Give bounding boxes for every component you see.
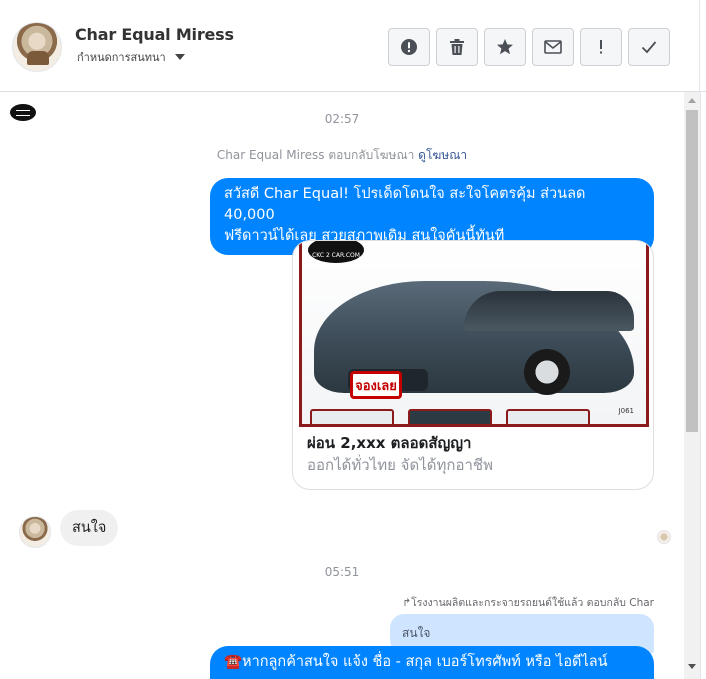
image-code: J061	[618, 407, 634, 415]
incoming-message[interactable]: สนใจ	[60, 510, 119, 546]
ad-card-title: ผ่อน 2,xxx ตลอดสัญญา	[307, 434, 472, 452]
view-ad-link[interactable]: ดูโฆษณา	[418, 148, 467, 162]
outgoing-message[interactable]: ☎️หากลูกค้าสนใจ แจ้ง ชื่อ - สกุล เบอร์โท…	[210, 646, 654, 679]
contact-avatar[interactable]	[12, 22, 62, 72]
mark-done-button[interactable]	[628, 28, 670, 66]
car-window	[464, 291, 634, 331]
message-text-line: สวัสดี Char Equal! โปรเด็ดโดนใจ สะใจโคตร…	[224, 186, 586, 223]
envelope-icon	[544, 40, 562, 54]
ad-card[interactable]: จองเลย CKC 2 CAR.COM J061 ผ่อน 2,xxx ตลอ…	[292, 240, 654, 490]
conversation-header: Char Equal Miress กำหนดการสนทนา	[0, 0, 706, 92]
seen-indicator-avatar	[657, 530, 671, 544]
assign-conversation-dropdown[interactable]: กำหนดการสนทนา	[77, 48, 185, 66]
reply-context: ↱โรงงานผลิตและกระจายรถยนต์ใช้แล้ว ตอบกลั…	[402, 597, 654, 609]
follow-up-button[interactable]	[580, 28, 622, 66]
book-now-badge: จองเลย	[350, 371, 402, 399]
assign-conversation-label: กำหนดการสนทนา	[77, 51, 166, 64]
thumbnail	[506, 409, 590, 424]
car-wheel	[524, 349, 570, 395]
ad-reply-note: Char Equal Miress ตอบกลับโฆษณา ดูโฆษณา	[0, 146, 684, 165]
timestamp-separator: 05:51	[324, 565, 360, 579]
page-edge	[700, 92, 706, 679]
ad-card-subtitle: ออกได้ทั่วไทย จัดได้ทุกอาชีพ	[307, 456, 493, 474]
delete-button[interactable]	[436, 28, 478, 66]
thumbnail-strip	[310, 409, 590, 424]
message-text-line: ☎️หากลูกค้าสนใจ แจ้ง ชื่อ - สกุล เบอร์โท…	[224, 654, 608, 670]
conversation-toolbar	[388, 28, 670, 66]
thumbnail	[408, 409, 492, 424]
star-icon	[497, 39, 513, 55]
timestamp-separator: 02:57	[324, 112, 360, 126]
scrollbar-thumb[interactable]	[686, 110, 698, 432]
contact-name[interactable]: Char Equal Miress	[75, 25, 234, 44]
exclamation-circle-icon	[401, 39, 417, 55]
scroll-up-arrow-icon[interactable]	[688, 98, 696, 103]
ad-car-image: จองเลย CKC 2 CAR.COM J061	[299, 241, 649, 427]
trash-icon	[450, 39, 464, 55]
exclamation-icon	[600, 40, 602, 54]
thumbnail	[310, 409, 394, 424]
chevron-down-icon	[174, 54, 185, 60]
divider	[699, 0, 700, 91]
conversation-thread[interactable]: 02:57 Char Equal Miress ตอบกลับโฆษณา ดูโ…	[0, 92, 684, 679]
scroll-down-arrow-icon[interactable]	[688, 664, 696, 669]
checkmark-icon	[641, 41, 657, 54]
ad-reply-text: Char Equal Miress ตอบกลับโฆษณา	[216, 148, 415, 162]
mark-unread-button[interactable]	[532, 28, 574, 66]
mark-spam-button[interactable]	[388, 28, 430, 66]
contact-avatar-small	[19, 516, 51, 548]
dealer-logo: CKC 2 CAR.COM	[308, 241, 364, 263]
star-button[interactable]	[484, 28, 526, 66]
conversation-scrollbar[interactable]	[684, 92, 700, 679]
